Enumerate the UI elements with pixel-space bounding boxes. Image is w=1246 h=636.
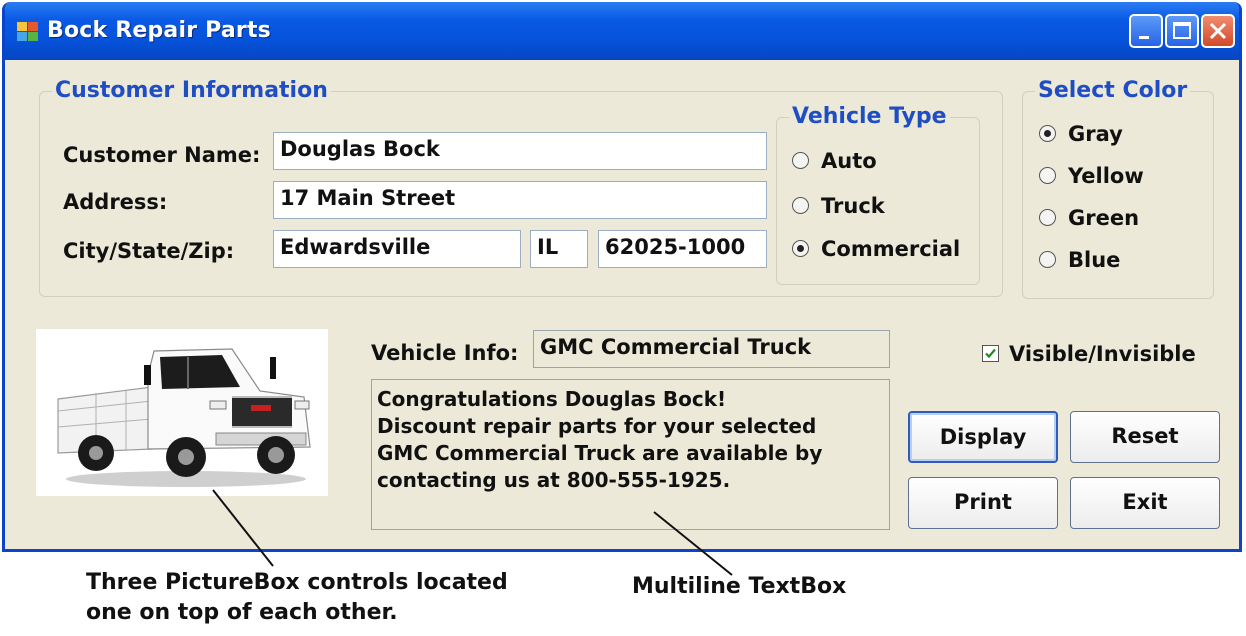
picturebox-caption: Three PictureBox controls located one on…	[86, 568, 508, 628]
caption-line: one on top of each other.	[86, 600, 398, 625]
caption-line: Three PictureBox controls located	[86, 570, 508, 595]
picturebox-callout-line	[212, 489, 274, 567]
multiline-textbox-caption: Multiline TextBox	[632, 574, 847, 599]
callout-lines	[212, 489, 733, 576]
textbox-callout-line	[653, 511, 733, 576]
